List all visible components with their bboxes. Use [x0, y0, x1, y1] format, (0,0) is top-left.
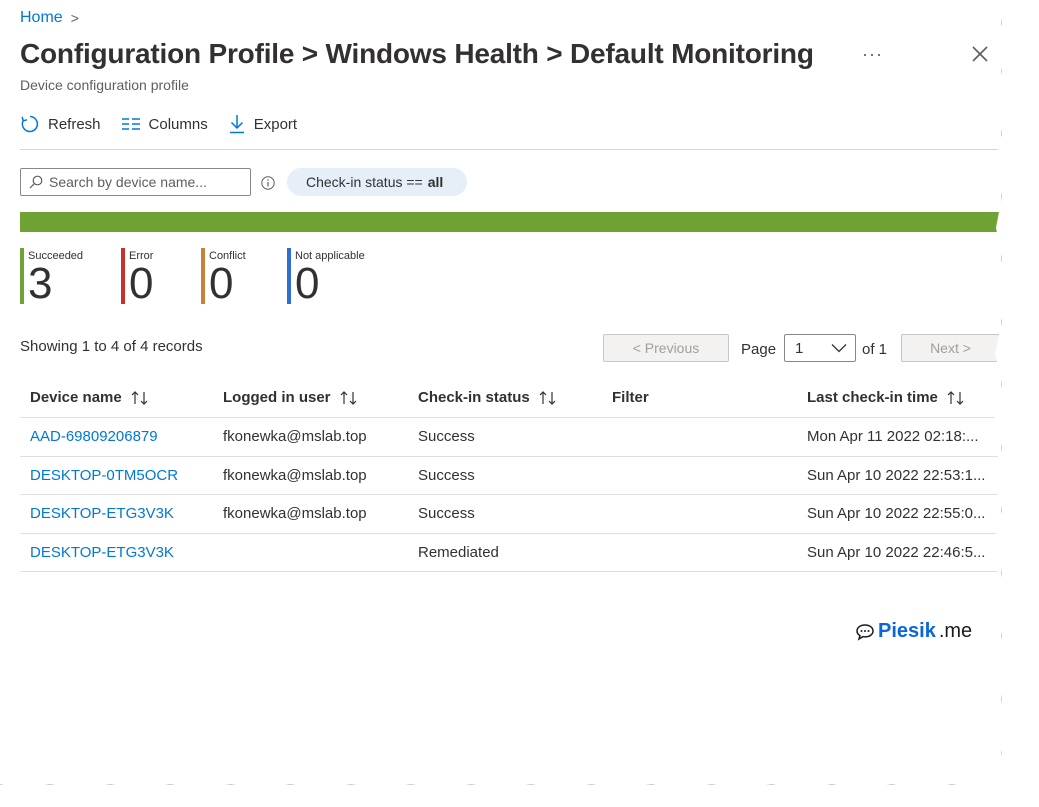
stat-count: 0 — [129, 259, 154, 308]
table-cell: Success — [418, 428, 475, 446]
breadcrumb-separator: > — [70, 10, 79, 26]
more-options-button[interactable]: ··· — [862, 44, 883, 65]
table-cell: fkonewka@mslab.top — [223, 428, 367, 446]
column-header-last-check-in-time[interactable]: Last check-in time — [797, 389, 998, 406]
columns-icon — [121, 118, 140, 130]
command-bar: Refresh Columns Export — [20, 114, 297, 134]
stat-succeeded[interactable]: Succeeded 3 — [20, 248, 121, 308]
table-cell: fkonewka@mslab.top — [223, 466, 367, 484]
page-label: Page — [741, 341, 777, 358]
columns-button[interactable]: Columns — [121, 116, 208, 133]
table-row[interactable]: DESKTOP-ETG3V3K fkonewka@mslab.top Success… — [20, 495, 998, 534]
table-cell: Remediated — [418, 543, 499, 561]
breadcrumb-home-link[interactable]: Home — [20, 9, 63, 27]
table-cell: Mon Apr 11 2022 02:18:... — [807, 428, 979, 446]
columns-label: Columns — [148, 115, 208, 133]
sort-icon[interactable] — [130, 390, 150, 406]
table-row[interactable]: DESKTOP-ETG3V3K Remediated Sun Apr 10 2022… — [20, 534, 998, 572]
column-header-logged-in-user[interactable]: Logged in user — [213, 389, 408, 406]
column-header-label: Logged in user — [223, 389, 331, 406]
progress-fill-succeeded — [20, 212, 1000, 232]
sort-icon[interactable] — [946, 390, 966, 406]
stat-count: 0 — [295, 259, 320, 308]
table-cell: fkonewka@mslab.top — [223, 505, 367, 523]
speech-bubble-icon — [856, 623, 874, 641]
column-header-label: Device name — [30, 389, 122, 406]
records-summary: Showing 1 to 4 of 4 records — [20, 338, 203, 355]
stat-color-bar — [287, 248, 291, 304]
blade-panel: Home > Configuration Profile > Windows H… — [0, 0, 1002, 785]
filter-pill-value: all — [427, 174, 444, 190]
device-name-link[interactable]: DESKTOP-0TM5OCR — [20, 467, 213, 484]
download-icon — [229, 115, 244, 134]
page-number-dropdown[interactable]: 1 — [784, 334, 856, 362]
watermark: Piesik .me — [855, 620, 972, 643]
table-body: AAD-69809206879 fkonewka@mslab.top Success… — [20, 418, 998, 572]
table-cell: Sun Apr 10 2022 22:55:0... — [807, 505, 986, 523]
search-input[interactable] — [49, 174, 239, 190]
column-header-device-name[interactable]: Device name — [20, 389, 213, 406]
column-header-check-in-status[interactable]: Check-in status — [408, 389, 602, 406]
stat-color-bar — [201, 248, 205, 304]
page-total-label: of 1 — [862, 341, 888, 358]
stat-color-bar — [121, 248, 125, 304]
table-cell: Sun Apr 10 2022 22:46:5... — [807, 543, 986, 561]
watermark-tld: .me — [938, 620, 973, 642]
column-header-label: Last check-in time — [807, 389, 938, 406]
status-progress-bar — [20, 212, 1000, 232]
export-button[interactable]: Export — [228, 114, 297, 134]
stat-error[interactable]: Error 0 — [121, 248, 201, 308]
previous-page-button[interactable]: < Previous — [603, 334, 729, 362]
stat-conflict[interactable]: Conflict 0 — [201, 248, 287, 308]
status-summary: Succeeded 3 Error 0 Conflict 0 Not applicable 0 — [20, 248, 377, 308]
sort-icon[interactable] — [538, 390, 558, 406]
page-number-value: 1 — [795, 339, 804, 357]
toolbar-divider — [20, 149, 998, 150]
stat-count: 3 — [28, 259, 53, 308]
close-icon[interactable] — [968, 42, 992, 66]
column-header-label: Check-in status — [418, 389, 530, 406]
watermark-brand: Piesik — [878, 620, 936, 642]
column-header-filter[interactable]: Filter — [602, 389, 797, 406]
info-icon[interactable] — [261, 176, 275, 190]
search-icon — [29, 175, 43, 189]
table-cell: Success — [418, 505, 475, 523]
page-subtitle: Device configuration profile — [20, 77, 189, 93]
chevron-down-icon — [831, 344, 847, 353]
device-name-link[interactable]: DESKTOP-ETG3V3K — [20, 544, 213, 561]
page-title: Configuration Profile > Windows Health >… — [20, 38, 814, 69]
refresh-icon — [21, 115, 39, 133]
table-cell: Sun Apr 10 2022 22:53:1... — [807, 466, 986, 484]
device-name-link[interactable]: DESKTOP-ETG3V3K — [20, 505, 213, 522]
column-header-label: Filter — [612, 389, 649, 406]
table-row[interactable]: AAD-69809206879 fkonewka@mslab.top Success… — [20, 418, 998, 457]
refresh-label: Refresh — [48, 115, 101, 133]
stat-color-bar — [20, 248, 24, 304]
search-box[interactable] — [20, 168, 251, 196]
export-label: Export — [253, 115, 298, 133]
table-header: Device name Logged in user Check-in status… — [20, 378, 998, 418]
breadcrumb: Home > — [20, 9, 79, 27]
device-status-table: Device name Logged in user Check-in status… — [20, 378, 998, 572]
filter-pill-prefix: Check-in status == — [306, 174, 423, 190]
next-page-button[interactable]: Next > — [901, 334, 1000, 362]
checkin-status-filter-pill[interactable]: Check-in status == all — [287, 168, 468, 196]
stat-count: 0 — [209, 259, 234, 308]
table-cell: Success — [418, 466, 475, 484]
refresh-button[interactable]: Refresh — [20, 114, 101, 134]
stat-not-applicable[interactable]: Not applicable 0 — [287, 248, 377, 308]
sort-icon[interactable] — [339, 390, 359, 406]
device-name-link[interactable]: AAD-69809206879 — [20, 428, 213, 445]
table-row[interactable]: DESKTOP-0TM5OCR fkonewka@mslab.top Success… — [20, 457, 998, 495]
